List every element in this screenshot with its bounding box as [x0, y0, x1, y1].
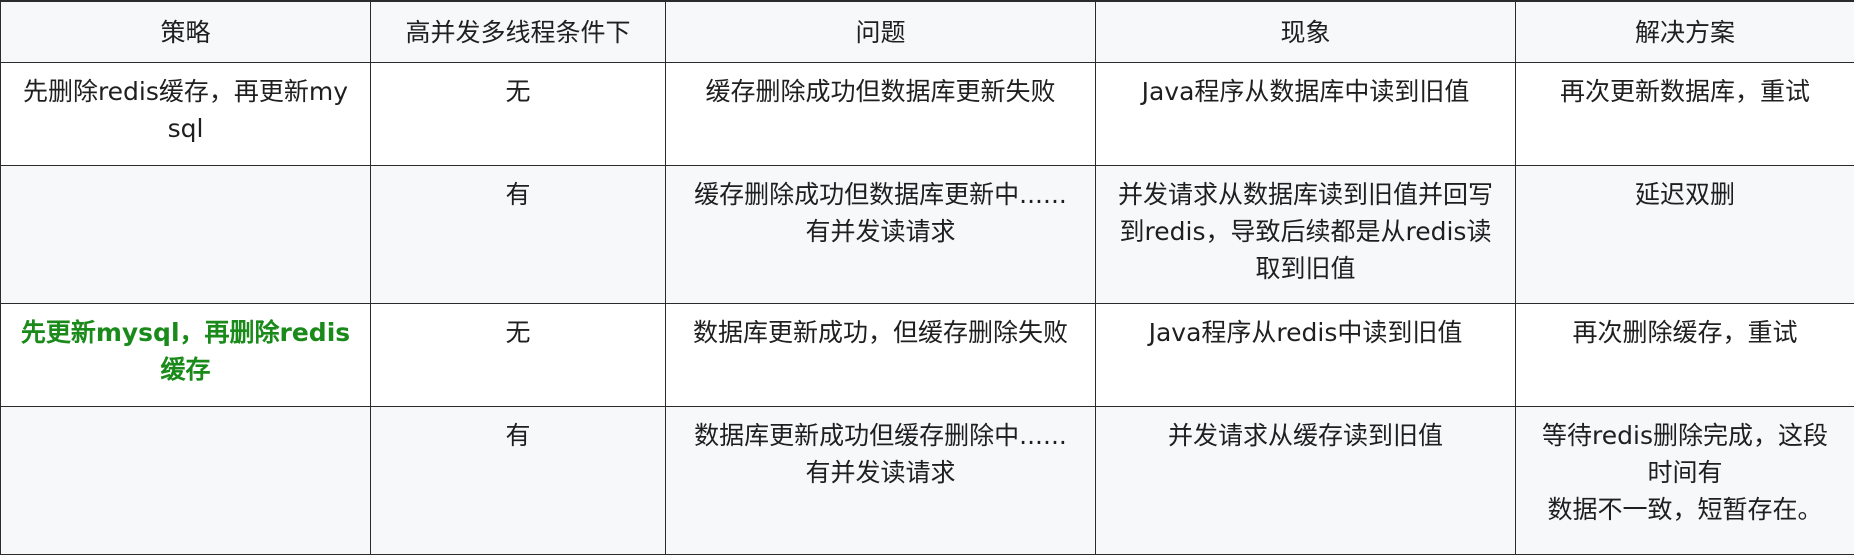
cell-problem: 缓存删除成功但数据库更新失败 — [666, 63, 1096, 166]
header-phenomenon: 现象 — [1096, 1, 1516, 63]
cell-phenomenon: 并发请求从数据库读到旧值并回写到redis，导致后续都是从redis读取到旧值 — [1096, 166, 1516, 304]
table-row: 先删除redis缓存，再更新mysql 无 缓存删除成功但数据库更新失败 Jav… — [1, 63, 1854, 166]
header-problem: 问题 — [666, 1, 1096, 63]
cell-phenomenon: Java程序从redis中读到旧值 — [1096, 304, 1516, 407]
cell-strategy: 先删除redis缓存，再更新mysql — [1, 63, 371, 166]
cell-strategy — [1, 407, 371, 555]
cell-concurrency: 无 — [371, 63, 666, 166]
cell-concurrency: 无 — [371, 304, 666, 407]
cell-solution: 再次删除缓存，重试 — [1516, 304, 1854, 407]
solution-line: 等待redis删除完成，这段时间有 — [1532, 417, 1838, 491]
cell-concurrency: 有 — [371, 407, 666, 555]
cell-problem: 数据库更新成功但缓存删除中......有并发读请求 — [666, 407, 1096, 555]
cell-problem: 数据库更新成功，但缓存删除失败 — [666, 304, 1096, 407]
table-row: 有 缓存删除成功但数据库更新中......有并发读请求 并发请求从数据库读到旧值… — [1, 166, 1854, 304]
cell-strategy-highlighted: 先更新mysql，再删除redis缓存 — [1, 304, 371, 407]
cell-solution: 再次更新数据库，重试 — [1516, 63, 1854, 166]
cell-concurrency: 有 — [371, 166, 666, 304]
strategy-table-container: 策略 高并发多线程条件下 问题 现象 解决方案 先删除redis缓存，再更新my… — [0, 0, 1854, 520]
header-concurrency: 高并发多线程条件下 — [371, 1, 666, 63]
header-solution: 解决方案 — [1516, 1, 1854, 63]
cell-solution: 等待redis删除完成，这段时间有 数据不一致，短暂存在。 — [1516, 407, 1854, 555]
cell-solution: 延迟双删 — [1516, 166, 1854, 304]
cell-strategy — [1, 166, 371, 304]
cache-consistency-strategy-table: 策略 高并发多线程条件下 问题 现象 解决方案 先删除redis缓存，再更新my… — [0, 0, 1854, 555]
header-strategy: 策略 — [1, 1, 371, 63]
table-header-row: 策略 高并发多线程条件下 问题 现象 解决方案 — [1, 1, 1854, 63]
table-row: 有 数据库更新成功但缓存删除中......有并发读请求 并发请求从缓存读到旧值 … — [1, 407, 1854, 555]
cell-phenomenon: 并发请求从缓存读到旧值 — [1096, 407, 1516, 555]
cell-phenomenon: Java程序从数据库中读到旧值 — [1096, 63, 1516, 166]
table-row: 先更新mysql，再删除redis缓存 无 数据库更新成功，但缓存删除失败 Ja… — [1, 304, 1854, 407]
strategy-highlight-text: 先更新mysql，再删除redis缓存 — [21, 318, 350, 384]
solution-line: 数据不一致，短暂存在。 — [1532, 491, 1838, 528]
cell-problem: 缓存删除成功但数据库更新中......有并发读请求 — [666, 166, 1096, 304]
